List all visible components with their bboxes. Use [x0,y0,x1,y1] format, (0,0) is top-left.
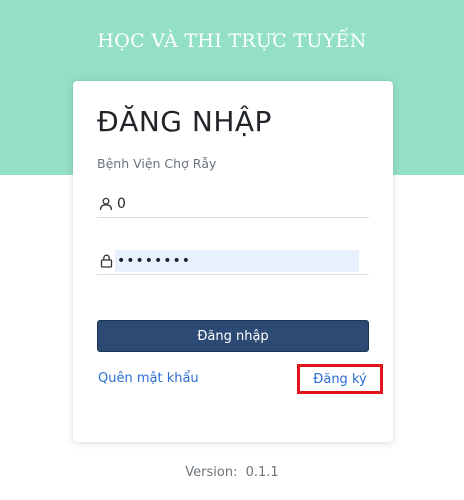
password-field [97,247,369,275]
user-icon [97,195,115,213]
username-input[interactable] [115,192,369,215]
password-input[interactable] [115,249,359,272]
version-number: 0.1.1 [245,465,279,480]
login-title: ĐĂNG NHẬP [97,105,272,138]
login-button[interactable]: Đăng nhập [97,320,369,352]
organization-name: Bệnh Viện Chợ Rẫy [97,156,217,171]
login-card: ĐĂNG NHẬP Bệnh Viện Chợ Rẫy Đăng nhập Qu… [73,81,393,442]
forgot-password-link[interactable]: Quên mật khẩu [98,371,199,386]
version-label: Version: [185,465,238,480]
register-highlight: Đăng ký [297,364,383,394]
version-text: Version: 0.1.1 [0,465,464,480]
site-title: HỌC VÀ THI TRỰC TUYẾN [97,30,367,52]
lock-icon [97,252,115,270]
register-link[interactable]: Đăng ký [313,372,366,387]
username-field [97,190,369,218]
login-page: HỌC VÀ THI TRỰC TUYẾN ĐĂNG NHẬP Bệnh Việ… [0,0,464,500]
